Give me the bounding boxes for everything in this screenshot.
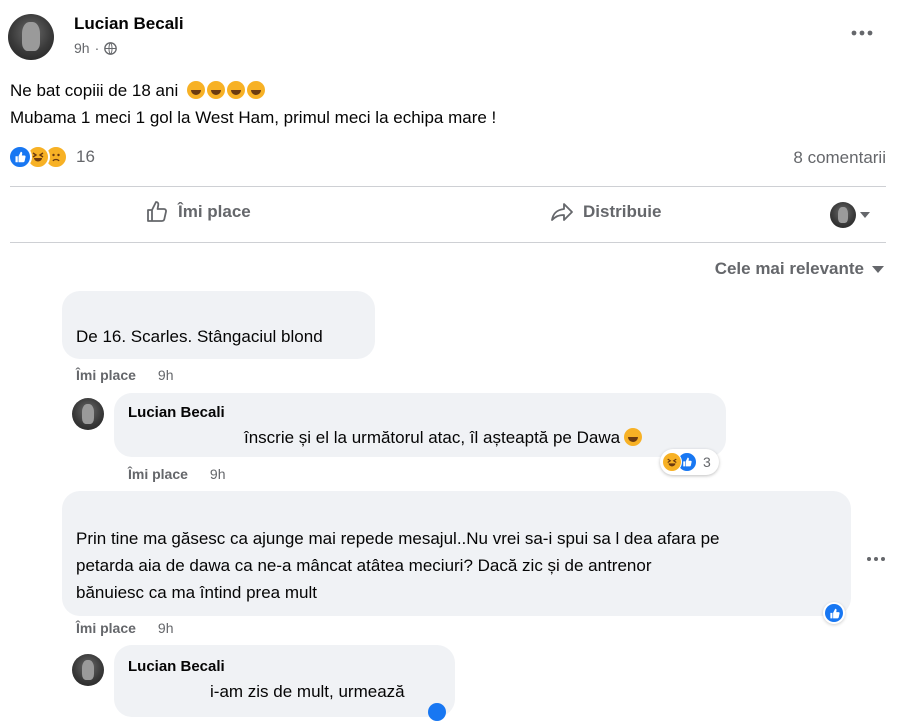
rofl-emoji-icon: [226, 81, 245, 99]
profile-avatar: [830, 202, 856, 228]
reply-bubble: Lucian Becali i-am zis de mult, urmează: [114, 645, 455, 717]
globe-icon: [104, 41, 118, 55]
divider: [10, 186, 886, 187]
reply-avatar[interactable]: [72, 398, 104, 430]
comment-like-button[interactable]: Îmi place: [76, 367, 136, 383]
sort-label: Cele mai relevante: [714, 259, 864, 278]
audience-selector[interactable]: [830, 202, 870, 228]
comment-time[interactable]: 9h: [158, 367, 174, 383]
like-reaction-icon: [825, 604, 843, 622]
reply-bubble: Lucian Becali înscrie și el la următorul…: [114, 393, 726, 457]
rofl-emoji-icon: [206, 81, 225, 99]
more-options-icon[interactable]: [850, 24, 874, 42]
caret-down-icon: [860, 212, 870, 218]
sort-dropdown[interactable]: Cele mai relevante: [715, 259, 884, 279]
comment-time[interactable]: 9h: [158, 620, 174, 636]
reply-text: înscrie și el la următorul atac, îl aște…: [244, 428, 621, 447]
reply-author[interactable]: Lucian Becali: [128, 404, 225, 421]
divider: [10, 242, 886, 243]
like-reaction-icon[interactable]: [428, 703, 446, 721]
comment-bubble: Prin tine ma găsesc ca ajunge mai repede…: [62, 491, 851, 616]
post-time[interactable]: 9h: [74, 40, 90, 56]
rofl-emoji-icon: [186, 81, 205, 99]
reply-reaction-count: 3: [703, 454, 711, 470]
post-author[interactable]: Lucian Becali: [74, 14, 184, 34]
like-button-label: Îmi place: [178, 202, 251, 221]
comment-text: Prin tine ma găsesc ca ajunge mai repede…: [76, 525, 720, 606]
comment-bubble: De 16. Scarles. Stângaciul blond: [62, 291, 375, 359]
reaction-summary[interactable]: 16: [8, 145, 95, 169]
comments-count[interactable]: 8 comentarii: [793, 148, 886, 168]
comment-text: De 16. Scarles. Stângaciul blond: [76, 327, 323, 346]
comment-more-icon[interactable]: [866, 549, 886, 567]
reply-avatar[interactable]: [72, 654, 104, 686]
rofl-emoji-icon: [246, 81, 265, 99]
like-button[interactable]: Îmi place: [145, 200, 251, 224]
share-button-label: Distribuie: [583, 202, 662, 221]
reply-time[interactable]: 9h: [210, 466, 226, 482]
reaction-count[interactable]: 16: [76, 147, 95, 167]
reply-reactions[interactable]: 3: [660, 449, 719, 475]
reply-actions: Îmi place 9h: [128, 466, 226, 482]
comment-actions: Îmi place 9h: [76, 620, 174, 636]
share-icon: [551, 203, 573, 221]
reply-text-row: înscrie și el la următorul atac, îl aște…: [244, 428, 643, 448]
comment-text-line: bănuiesc ca ma întind prea mult: [76, 583, 317, 602]
comment-text-line: Prin tine ma găsesc ca ajunge mai repede…: [76, 529, 720, 548]
thumbs-up-icon: [147, 201, 167, 222]
share-button[interactable]: Distribuie: [550, 200, 661, 224]
haha-reaction-icon: [662, 452, 682, 472]
post-meta: 9h ·: [74, 40, 118, 56]
reply-like-button[interactable]: Îmi place: [128, 466, 188, 482]
post-text-line1: Ne bat copiii de 18 ani: [10, 81, 179, 100]
post-text-line2: Mubama 1 meci 1 gol la West Ham, primul …: [10, 108, 497, 127]
caret-down-icon: [872, 265, 884, 273]
comment-like-reaction[interactable]: [823, 602, 845, 624]
post-text: Ne bat copiii de 18 ani Mubama 1 meci 1 …: [10, 77, 496, 131]
like-reaction-icon: [8, 145, 32, 169]
rofl-emoji-icon: [624, 428, 643, 446]
comment-actions: Îmi place 9h: [76, 367, 174, 383]
author-avatar[interactable]: [8, 14, 54, 60]
reply-text: i-am zis de mult, urmează: [210, 682, 405, 701]
reply-author[interactable]: Lucian Becali: [128, 658, 225, 675]
comment-like-button[interactable]: Îmi place: [76, 620, 136, 636]
comment-text-line: petarda aia de dawa ca ne-a mâncat atâte…: [76, 556, 652, 575]
